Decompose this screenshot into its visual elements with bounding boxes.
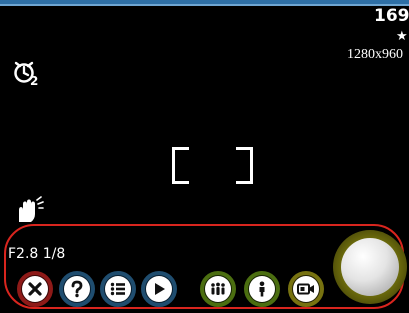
resolution-label: 1280x960 xyxy=(347,47,403,62)
focus-frame-right xyxy=(236,147,253,184)
star-icon: ★ xyxy=(396,29,408,44)
portrait-mode-button[interactable] xyxy=(244,271,280,307)
hand-shake-icon[interactable] xyxy=(12,196,44,226)
shutter-button-face xyxy=(341,238,399,296)
top-frame-highlight xyxy=(0,4,409,6)
play-icon xyxy=(155,283,165,295)
person-icon xyxy=(259,281,265,297)
close-icon xyxy=(28,282,42,296)
self-timer-2s-icon[interactable]: 2 xyxy=(12,58,42,88)
help-button[interactable] xyxy=(59,271,95,307)
focus-frame-left xyxy=(172,147,189,184)
question-icon xyxy=(71,280,83,298)
remaining-shots-count: 169 xyxy=(374,6,409,26)
list-icon xyxy=(110,282,125,296)
group-mode-button[interactable] xyxy=(200,271,236,307)
playback-button[interactable] xyxy=(141,271,177,307)
video-camera-icon xyxy=(297,283,314,295)
video-mode-button[interactable] xyxy=(288,271,324,307)
group-icon xyxy=(211,282,225,295)
exposure-readout: F2.8 1/8 xyxy=(8,246,66,262)
svg-text:2: 2 xyxy=(30,74,38,86)
close-button[interactable] xyxy=(17,271,53,307)
shutter-button[interactable] xyxy=(333,230,407,304)
menu-list-button[interactable] xyxy=(100,271,136,307)
